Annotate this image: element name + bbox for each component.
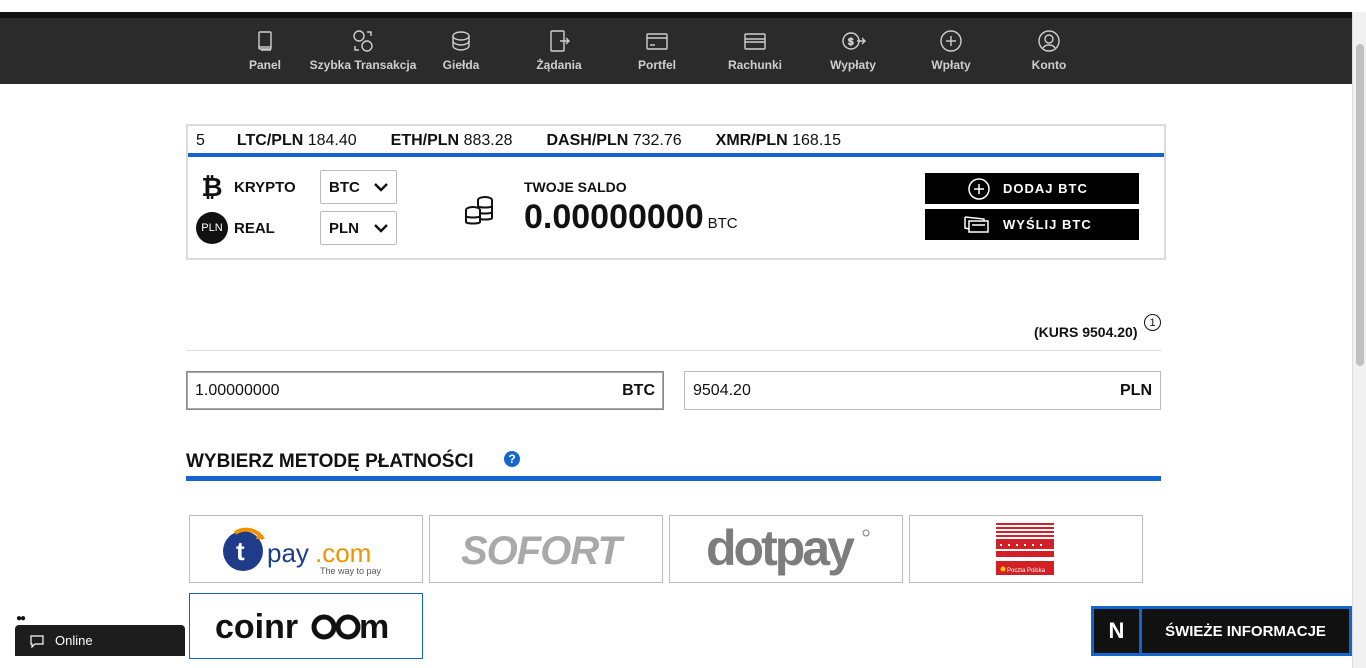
ticker-item: XMR/PLN 168.15 [715,132,842,149]
nav-label: Żądania [536,58,582,72]
svg-text:t: t [236,536,245,566]
payment-coinroom[interactable]: coinr m [189,593,423,659]
window-top-strip [0,0,1366,12]
real-select[interactable]: PLN [320,211,397,245]
nav-panel[interactable]: Panel [216,28,314,84]
balance-label: TWOJE SALDO [524,179,627,195]
payment-pocztex[interactable]: Poczta Polska [909,515,1143,583]
send-money-icon [964,216,989,233]
real-row: PLN REAL PLN [196,211,397,245]
dotpay-logo: dotpay [706,521,870,576]
bitcoin-icon: ₿ [201,171,223,202]
nav-wplaty[interactable]: Wpłaty [902,28,1000,84]
book-icon [258,31,272,51]
svg-text:dotpay: dotpay [706,521,855,576]
btc-amount-value: 1.00000000 [195,381,280,399]
payment-tpay[interactable]: t pay .com The way to pay [189,515,423,583]
send-btc-button[interactable]: WYŚLIJ BTC [925,209,1139,240]
sofort-logo: SOFORT [461,529,627,573]
coinroom-logo: coinr m [215,608,389,646]
btc-amount-unit: BTC [622,381,655,399]
exchange-icon [353,30,373,52]
poczta-polska-logo: Poczta Polska [996,523,1054,575]
svg-text:m: m [359,608,389,646]
krypto-select[interactable]: BTC [320,170,397,204]
card-icon [744,33,766,50]
nav-konto[interactable]: Konto [1000,28,1098,84]
nav-gielda[interactable]: Giełda [412,28,510,84]
svg-text:.com: .com [315,538,371,568]
chat-widget[interactable]: Online [15,625,185,656]
payment-dotpay[interactable]: dotpay [669,515,903,583]
top-navigation-bar: Panel Szybka Transakcja Giełda Żądania P… [0,12,1352,84]
nav-wyplaty[interactable]: $ Wypłaty [804,28,902,84]
nav-szybka-transakcja[interactable]: Szybka Transakcja [310,28,416,84]
section-divider [186,476,1161,481]
nav-portfel[interactable]: Portfel [608,28,706,84]
ticker-item: LTC/PLN 184.40 [236,132,357,149]
help-icon[interactable]: ? [504,451,520,467]
user-icon [1038,30,1060,52]
nav-label: Giełda [442,58,480,72]
chevron-down-icon [374,183,388,192]
svg-text:pay: pay [267,538,309,568]
nav-label: Konto [1031,58,1067,72]
pln-amount-unit: PLN [1120,381,1152,399]
svg-text:$: $ [848,37,854,48]
divider [186,350,1161,351]
page-scrollbar[interactable] [1352,12,1366,668]
news-logo-icon: N [1094,609,1142,653]
ticker-item: DASH/PLN 732.76 [546,132,682,149]
news-widget[interactable]: N ŚWIEŻE INFORMACJE [1091,606,1352,656]
plus-circle-icon [940,30,962,52]
payment-sofort[interactable]: SOFORT [429,515,663,583]
nav-label: Wpłaty [931,58,971,72]
news-label: ŚWIEŻE INFORMACJE [1165,622,1326,640]
withdraw-icon: $ [842,32,866,50]
ticker-item: ETH/PLN 883.28 [390,132,513,149]
svg-text:SOFORT: SOFORT [461,529,626,573]
chevron-down-icon [374,224,388,233]
nav-label: Portfel [637,58,676,72]
payment-method-title: WYBIERZ METODĘ PŁATNOŚCI [186,451,474,472]
tpay-logo: t pay .com The way to pay [223,527,382,576]
nav-label: Szybka Transakcja [309,58,417,72]
svg-text:coinr: coinr [215,608,298,646]
nav-label: Rachunki [727,58,782,72]
krypto-row: ₿ KRYPTO BTC [196,170,397,204]
request-icon [550,30,570,52]
plus-circle-icon [968,178,990,200]
btc-amount-input[interactable]: 1.00000000 BTC [186,371,664,410]
wallet-icon [646,33,668,50]
svg-text:The way to pay: The way to pay [320,566,382,576]
nav-zadania[interactable]: Żądania [510,28,608,84]
chat-status-label: Online [55,633,93,648]
coins-icon [465,196,493,225]
chat-icon [30,634,44,648]
chat-bubbles-icon: ●● [16,613,26,624]
balance-unit: BTC [707,215,738,232]
rate-info-icon[interactable]: 1 [1144,314,1161,331]
ticker-item: 5 [196,132,205,149]
balance-value: 0.00000000 BTC [524,198,738,236]
krypto-label: KRYPTO [234,178,296,196]
add-btc-button[interactable]: DODAJ BTC [925,173,1139,204]
pln-badge-icon: PLN [196,212,228,244]
nav-label: Panel [248,58,281,72]
pln-amount-input[interactable]: 9504.20 PLN [684,371,1161,410]
scrollbar-thumb[interactable] [1356,44,1364,366]
real-label: REAL [234,219,275,237]
main-nav: Panel Szybka Transakcja Giełda Żądania P… [216,28,1098,84]
exchange-rate: (KURS 9504.20) [1034,324,1138,340]
coins-stack-icon [452,31,470,51]
nav-label: Wypłaty [830,58,876,72]
nav-rachunki[interactable]: Rachunki [706,28,804,84]
wallet-panel: 5 LTC/PLN 184.40 ETH/PLN 883.28 DASH/PLN… [186,124,1166,260]
svg-text:Poczta Polska: Poczta Polska [1007,568,1046,574]
pln-amount-value: 9504.20 [693,381,751,399]
price-ticker: 5 LTC/PLN 184.40 ETH/PLN 883.28 DASH/PLN… [188,126,1164,157]
